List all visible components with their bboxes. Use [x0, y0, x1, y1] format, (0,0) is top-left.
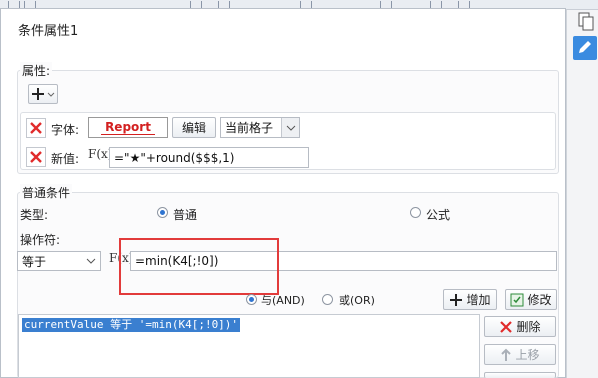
close-icon — [30, 122, 42, 134]
chevron-down-icon — [82, 252, 100, 270]
plus-icon — [450, 293, 463, 306]
type-label: 类型: — [20, 208, 49, 222]
operator-select[interactable]: 等于 — [17, 251, 101, 271]
delete-condition-button[interactable]: 删除 — [484, 316, 556, 337]
modify-icon — [510, 293, 524, 306]
properties-legend: 属性: — [20, 62, 53, 79]
new-value-formula-input[interactable]: ="★"+round($$$,1) — [109, 147, 309, 168]
close-icon — [500, 320, 513, 333]
or-label: 或(OR) — [339, 294, 375, 307]
and-label: 与(AND) — [261, 294, 305, 307]
remove-font-button[interactable] — [26, 118, 46, 138]
move-down-button[interactable] — [484, 372, 556, 378]
type-normal-radio[interactable] — [157, 207, 168, 218]
type-normal-label: 普通 — [173, 208, 198, 222]
dialog-title: 条件属性1 — [18, 24, 79, 39]
close-icon — [30, 151, 42, 163]
move-up-button[interactable]: 上移 — [484, 344, 556, 365]
font-label: 字体: — [51, 123, 80, 137]
highlight-box — [119, 238, 279, 295]
type-formula-label: 公式 — [426, 208, 451, 222]
type-formula-radio[interactable] — [410, 207, 421, 218]
add-condition-button[interactable]: 增加 — [443, 289, 497, 310]
modify-condition-button[interactable]: 修改 — [505, 289, 557, 310]
new-value-label: 新值: — [51, 152, 80, 166]
plus-dropdown-icon — [32, 88, 55, 100]
and-radio[interactable] — [246, 294, 257, 305]
right-side-panel — [566, 10, 598, 378]
conditions-legend: 普通条件 — [20, 184, 73, 201]
edit-pencil-icon[interactable] — [573, 36, 597, 60]
edit-font-button[interactable]: 编辑 — [172, 117, 216, 138]
operator-label: 操作符: — [20, 233, 61, 247]
scope-select[interactable]: 当前格子 — [220, 117, 300, 138]
font-preview[interactable]: Report — [88, 117, 168, 138]
or-radio[interactable] — [322, 294, 333, 305]
add-property-button[interactable] — [28, 84, 58, 104]
copy-icon[interactable] — [578, 12, 594, 32]
arrow-up-icon — [501, 348, 512, 361]
condition-list-item[interactable]: currentValue 等于 '=min(K4[;!0])' — [22, 318, 241, 332]
chevron-down-icon — [281, 118, 299, 137]
remove-new-value-button[interactable] — [26, 147, 46, 167]
